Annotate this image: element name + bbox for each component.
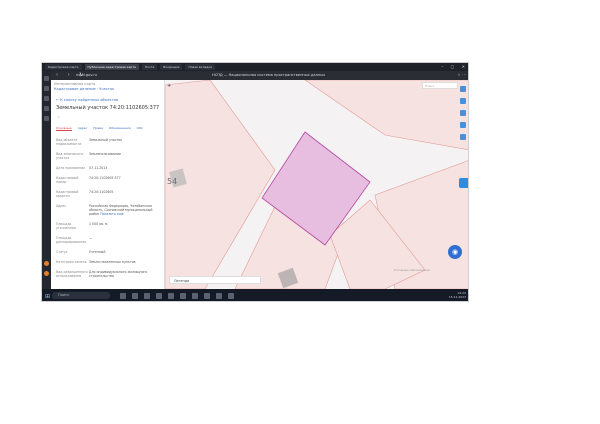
parcel-top[interactable] <box>304 80 469 150</box>
attr-value: 1 000 кв. м <box>89 222 108 226</box>
info-tabs: Основные Адрес Права Обременения ОКС <box>56 126 164 131</box>
attr-row: Кадастровый квартал 74:20:1102605 <box>56 190 162 198</box>
object-info-panel: Интерактивная карта Кадастровое деление … <box>51 80 165 289</box>
show-more-link[interactable]: Показать ещё <box>100 212 124 216</box>
taskbar-apps <box>120 293 234 299</box>
map-canvas[interactable]: 54 <box>165 80 469 289</box>
tab-bar: Кадастровая карта Публичная кадастровая … <box>42 63 468 71</box>
tab-pkk[interactable]: Публичная кадастровая карта <box>84 64 139 70</box>
attr-value: Земельный участок <box>89 138 123 142</box>
browser-menu-icon[interactable]: ☆ ⋯ <box>457 72 466 77</box>
attr-key: Вид разрешенного использования <box>56 270 88 278</box>
window-controls[interactable]: – ▢ ✕ <box>441 64 468 69</box>
attr-key: Площадь уточненная <box>56 222 76 230</box>
url-field[interactable]: nspd.gov.ru <box>76 73 97 77</box>
tab-inbox[interactable]: Входящие <box>160 64 183 70</box>
attr-value: Земли населенных пунктов <box>89 260 136 264</box>
chat-icon[interactable]: ◉ <box>448 245 462 259</box>
browser-sidebar <box>42 71 51 289</box>
tab-oks[interactable]: ОКС <box>137 126 144 131</box>
attr-key: Дата присвоения <box>56 166 86 170</box>
scale-label: Условные обозначения <box>393 268 430 272</box>
app-icon[interactable] <box>132 293 138 299</box>
back-link[interactable]: ← К списку найденных объектов <box>56 98 118 102</box>
attr-key: Вид объекта недвижимости <box>56 138 82 146</box>
sidebar-app-icon[interactable] <box>44 271 49 276</box>
attr-key: Категория земель <box>56 260 87 264</box>
page-title: НСПД — Национальная система пространстве… <box>212 73 326 77</box>
app-icon[interactable] <box>180 293 186 299</box>
sidebar-home-icon[interactable] <box>44 76 49 81</box>
tab-new[interactable]: Новая вкладка <box>185 64 215 70</box>
app-icon[interactable] <box>216 293 222 299</box>
attr-row: Площадь уточненная 1 000 кв. м <box>56 222 162 230</box>
tab-encumbrances[interactable]: Обременения <box>109 126 131 131</box>
attr-row: Категория земель Земли населенных пунктов <box>56 260 162 264</box>
browser-window: Кадастровая карта Публичная кадастровая … <box>41 62 469 302</box>
start-icon[interactable]: ⊞ <box>45 293 50 300</box>
clock-date: 15.11.2023 <box>448 295 466 299</box>
attr-key: Вид земельного участка <box>56 152 84 160</box>
legend-button[interactable]: Легенда <box>169 276 261 284</box>
system-tray[interactable]: 14:22 15.11.2023 <box>449 291 466 299</box>
share-icon[interactable] <box>460 122 466 128</box>
attr-key: Кадастровый квартал <box>56 190 79 198</box>
attr-value: — <box>89 236 93 240</box>
attr-key: Кадастровый номер <box>56 176 79 184</box>
attr-row: Вид объекта недвижимости Земельный участо… <box>56 138 162 146</box>
attr-row: Адрес Российская Федерация, Челябинская о… <box>56 204 162 216</box>
attr-value: 74:20:1102605:377 <box>89 176 121 180</box>
sidebar-settings-icon[interactable] <box>44 116 49 121</box>
attr-value: Российская Федерация, Челябинская област… <box>89 204 162 216</box>
tab-address[interactable]: Адрес <box>78 126 88 131</box>
breadcrumb[interactable]: Интерактивная карта <box>54 82 95 86</box>
attr-value: 07.11.2013 <box>89 166 108 170</box>
map-menu-icon[interactable]: + <box>167 83 171 89</box>
print-icon[interactable] <box>460 110 466 116</box>
info-icon[interactable] <box>460 134 466 140</box>
attr-value: 74:20:1102605 <box>89 190 114 194</box>
measure-icon[interactable] <box>460 98 466 104</box>
attr-row: Статус Учтенный <box>56 250 162 254</box>
sidebar-download-icon[interactable] <box>44 106 49 111</box>
cadastral-map[interactable]: 54 + Поиск ◉ Условные обозначения Легенд… <box>165 80 469 289</box>
tab-rights[interactable]: Права <box>93 126 103 131</box>
taskbar-search[interactable]: Поиск <box>52 292 110 299</box>
attr-value: Учтенный <box>89 250 106 254</box>
attr-value: Землепользование <box>89 152 121 156</box>
search-context[interactable]: Кадастровое деление · Участок <box>54 87 114 91</box>
favorite-icon[interactable]: ☆ <box>57 115 60 119</box>
app-icon[interactable] <box>120 293 126 299</box>
sidebar-bookmark-icon[interactable] <box>44 86 49 91</box>
sidebar-extension-icon[interactable] <box>44 261 49 266</box>
map-search-input[interactable]: Поиск <box>422 82 458 89</box>
attr-key: Адрес <box>56 204 67 208</box>
parcel-number-label: 54 <box>167 177 177 186</box>
layers-icon[interactable] <box>460 86 466 92</box>
accessibility-icon[interactable] <box>459 178 468 188</box>
app-icon[interactable] <box>192 293 198 299</box>
app-icon[interactable] <box>204 293 210 299</box>
object-title: Земельный участок 74:20:1102605:377 <box>56 105 160 111</box>
attr-row: Вид земельного участка Землепользование <box>56 152 162 160</box>
attr-key: Статус <box>56 250 68 254</box>
sidebar-history-icon[interactable] <box>44 96 49 101</box>
app-icon[interactable] <box>168 293 174 299</box>
attr-row: Кадастровый номер 74:20:1102605:377 <box>56 176 162 184</box>
attribute-list: Вид объекта недвижимости Земельный участо… <box>56 138 162 284</box>
app-icon[interactable] <box>228 293 234 299</box>
attr-row: Вид разрешенного использования Для индиви… <box>56 270 162 278</box>
app-icon[interactable] <box>156 293 162 299</box>
attr-row: Площадь декларированная — <box>56 236 162 244</box>
attr-value: Для индивидуального жилищного строительс… <box>89 270 148 278</box>
attr-key: Площадь декларированная <box>56 236 87 244</box>
tab-main[interactable]: Основные <box>56 126 72 131</box>
tab-kadastr[interactable]: Кадастровая карта <box>45 64 82 70</box>
app-icon[interactable] <box>144 293 150 299</box>
address-bar: ‹ › ↻ nspd.gov.ru НСПД — Национальная си… <box>42 71 468 80</box>
map-tools <box>460 86 468 146</box>
attr-row: Дата присвоения 07.11.2013 <box>56 166 162 170</box>
tab-mail[interactable]: Почта <box>141 64 158 70</box>
windows-taskbar: ⊞ Поиск 14:22 15.11.2023 <box>42 289 468 301</box>
